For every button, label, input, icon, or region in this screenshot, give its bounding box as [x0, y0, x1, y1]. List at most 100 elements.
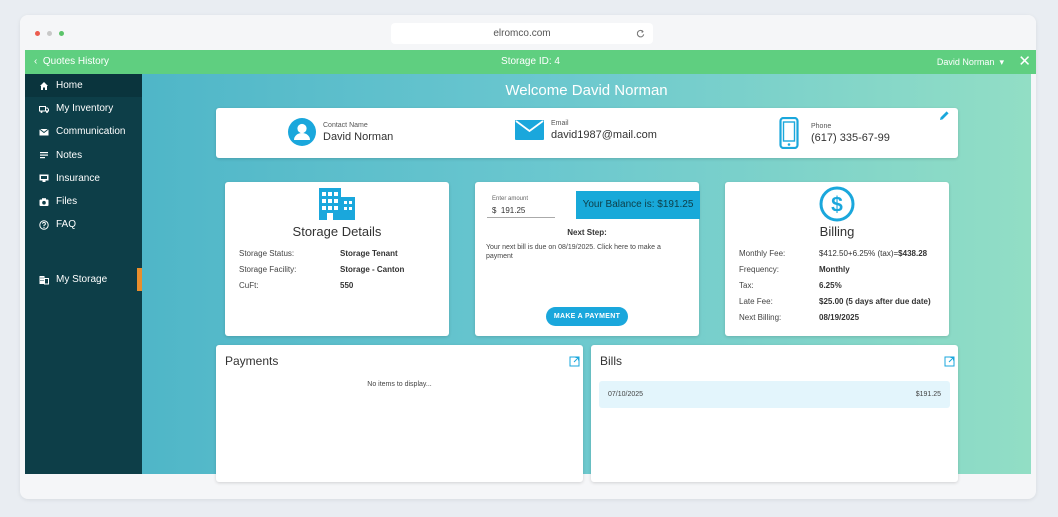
- open-external-icon[interactable]: [944, 354, 955, 372]
- payments-title: Payments: [225, 354, 279, 368]
- caret-down-icon: ▾: [996, 57, 1004, 67]
- open-external-icon[interactable]: [569, 354, 580, 372]
- next-step-title: Next Step:: [567, 228, 607, 237]
- welcome-heading: Welcome David Norman: [505, 82, 668, 99]
- sidebar-item-label: Notes: [56, 149, 83, 161]
- sidebar-item-label: Insurance: [56, 172, 100, 184]
- phone-value[interactable]: (617) 335-67-99: [811, 132, 890, 144]
- sidebar-item-label: FAQ: [56, 219, 77, 231]
- dollar-icon: $: [819, 186, 855, 222]
- sidebar-item-my-storage[interactable]: My Storage: [25, 268, 142, 292]
- sidebar-item-label: Communication: [56, 126, 126, 138]
- storage-facility-value: Storage - Canton: [340, 265, 405, 274]
- edit-pencil-icon[interactable]: [939, 110, 950, 124]
- storage-status-label: Storage Status:: [239, 249, 295, 258]
- next-billing-row: Next Billing: 08/19/2025: [739, 313, 859, 322]
- address-bar[interactable]: elromco.com: [391, 23, 653, 44]
- storage-facility-row: Storage Facility: Storage - Canton: [239, 265, 404, 274]
- user-menu[interactable]: David Norman ▾: [937, 50, 1004, 74]
- balance-badge: Your Balance is: $191.25: [576, 191, 700, 219]
- user-icon: [288, 118, 316, 146]
- next-billing-value: 08/19/2025: [819, 313, 860, 322]
- sidebar-item-my-inventory[interactable]: My Inventory: [25, 97, 142, 120]
- monthly-fee-calc: $412.50+6.25% (tax)=: [819, 249, 899, 258]
- make-payment-button[interactable]: MAKE A PAYMENT: [546, 307, 628, 326]
- late-fee-label: Late Fee:: [739, 297, 773, 306]
- sidebar-item-insurance[interactable]: Insurance: [25, 167, 142, 190]
- storage-facility-label: Storage Facility:: [239, 265, 297, 274]
- insurance-icon: [39, 174, 49, 183]
- amount-label: Enter amount: [492, 196, 529, 202]
- email-block: Email david1987@mail.com: [515, 118, 657, 142]
- mail-icon: [39, 128, 49, 136]
- contact-name-value: David Norman: [323, 130, 394, 143]
- contact-card: Contact Name David Norman Email david198…: [216, 108, 958, 158]
- cuft-value: 550: [340, 281, 354, 290]
- storage-id: Storage ID: 4: [501, 56, 560, 67]
- building-icon: [319, 188, 355, 220]
- sidebar-item-communication[interactable]: Communication: [25, 120, 142, 143]
- frequency-row: Frequency: Monthly: [739, 265, 850, 274]
- email-icon: [515, 120, 544, 140]
- notes-icon: [40, 152, 48, 159]
- storage-status-value: Storage Tenant: [340, 249, 398, 258]
- close-window-dot[interactable]: [35, 31, 40, 36]
- sidebar-item-notes[interactable]: Notes: [25, 144, 142, 167]
- svg-text:$: $: [831, 194, 843, 217]
- bill-row[interactable]: 07/10/2025 $191.25: [599, 381, 950, 408]
- top-bar: ‹ Quotes History Storage ID: 4 David Nor…: [25, 50, 1036, 74]
- bill-amount: $191.25: [915, 391, 941, 398]
- next-billing-label: Next Billing:: [739, 313, 782, 322]
- sidebar-item-label: Files: [56, 195, 78, 207]
- currency-symbol: $: [492, 206, 497, 215]
- sidebar-item-label: My Inventory: [56, 103, 114, 115]
- next-step-text[interactable]: Your next bill is due on 08/19/2025. Cli…: [486, 243, 688, 261]
- help-icon: [39, 220, 49, 230]
- monthly-fee-row: Monthly Fee: $412.50+6.25% (tax)= $438.28: [739, 249, 927, 258]
- email-value[interactable]: david1987@mail.com: [551, 129, 657, 141]
- main-content: Welcome David Norman Contact Name David …: [142, 74, 1031, 482]
- billing-title: Billing: [819, 224, 855, 239]
- phone-block: Phone (617) 335-67-99: [779, 117, 890, 149]
- sidebar-item-files[interactable]: Files: [25, 190, 142, 213]
- home-icon: [40, 81, 48, 90]
- sidebar-item-label: Home: [56, 80, 83, 91]
- late-fee-value: $25.00 (5 days after due date): [819, 297, 931, 306]
- close-icon[interactable]: ✕: [1018, 50, 1031, 74]
- sidebar-item-faq[interactable]: FAQ: [25, 213, 142, 236]
- cuft-label: CuFt:: [239, 281, 259, 290]
- late-fee-row: Late Fee: $25.00 (5 days after due date): [739, 297, 931, 306]
- payments-empty-message: No items to display...: [367, 381, 432, 388]
- bills-panel: Bills 07/10/2025 $191.25: [591, 345, 958, 482]
- payments-panel: Payments No items to display...: [216, 345, 583, 482]
- minimize-window-dot[interactable]: [47, 31, 52, 36]
- storage-details-card: Storage Details Storage Status: Storage …: [225, 182, 449, 336]
- bill-date: 07/10/2025: [608, 391, 644, 398]
- bills-title: Bills: [600, 354, 623, 368]
- maximize-window-dot[interactable]: [59, 31, 64, 36]
- sidebar: Home My Inventory Communication Notes In…: [25, 74, 142, 474]
- phone-label: Phone: [811, 122, 832, 130]
- building-icon: [39, 275, 49, 285]
- storage-status-row: Storage Status: Storage Tenant: [239, 249, 398, 258]
- tax-row: Tax: 6.25%: [739, 281, 842, 290]
- tax-label: Tax:: [739, 281, 754, 290]
- browser-window: elromco.com ‹ Quotes History Storage ID:…: [20, 15, 1036, 499]
- billing-card: $ Billing Monthly Fee: $412.50+6.25% (ta…: [725, 182, 949, 336]
- camera-icon: [39, 197, 49, 206]
- amount-input[interactable]: $ 191.25: [487, 204, 555, 218]
- contact-name-label: Contact Name: [323, 121, 368, 129]
- sidebar-item-label: My Storage: [56, 274, 108, 286]
- sidebar-item-home[interactable]: Home: [25, 74, 142, 98]
- amount-value: 191.25: [500, 206, 526, 215]
- cuft-row: CuFt: 550: [239, 281, 353, 290]
- monthly-fee-total: $438.28: [898, 249, 928, 258]
- reload-icon[interactable]: [636, 23, 645, 46]
- payment-card: Enter amount $ 191.25 Your Balance is: $…: [475, 182, 700, 336]
- monthly-fee-label: Monthly Fee:: [739, 249, 786, 258]
- frequency-value: Monthly: [819, 265, 850, 274]
- email-label: Email: [551, 119, 569, 127]
- tax-value: 6.25%: [819, 281, 842, 290]
- storage-details-title: Storage Details: [292, 224, 382, 239]
- phone-icon: [779, 117, 799, 149]
